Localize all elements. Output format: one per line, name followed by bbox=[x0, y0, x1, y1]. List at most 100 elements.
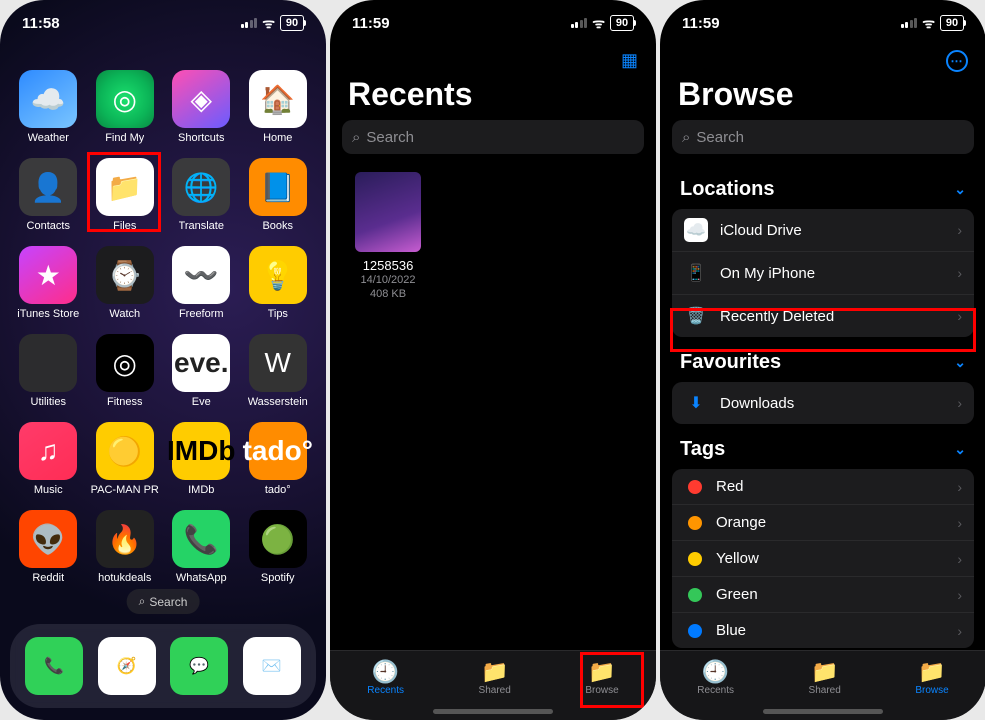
app-label: Fitness bbox=[107, 396, 142, 408]
home-app[interactable]: 🏠Home bbox=[242, 70, 315, 144]
translate-app[interactable]: 🌐Translate bbox=[165, 158, 238, 232]
weather-app-icon: ☁️ bbox=[19, 70, 77, 128]
itunes-app[interactable]: ★iTunes Store bbox=[12, 246, 85, 320]
section-header-tags[interactable]: Tags ⌄ bbox=[672, 424, 974, 469]
home-indicator[interactable] bbox=[433, 709, 553, 714]
wifi-icon: ᯤ bbox=[592, 14, 605, 33]
row-on-my-iphone[interactable]: 📱On My iPhone› bbox=[672, 252, 974, 295]
app-label: Utilities bbox=[31, 396, 66, 408]
tab-shared[interactable]: 📁Shared bbox=[479, 659, 511, 696]
status-bar: 11:58 ᯤ 90 bbox=[0, 0, 326, 46]
section-header-favourites[interactable]: Favourites ⌄ bbox=[672, 337, 974, 382]
tab-recents-icon: 🕘 bbox=[702, 659, 729, 683]
file-item[interactable]: 1258536 14/10/2022 408 KB bbox=[348, 172, 428, 302]
shortcuts-app[interactable]: ◈Shortcuts bbox=[165, 70, 238, 144]
music-app[interactable]: ♫Music bbox=[12, 422, 85, 496]
file-thumbnail bbox=[355, 172, 421, 252]
row-downloads[interactable]: ⬇︎Downloads› bbox=[672, 382, 974, 424]
tab-label: Shared bbox=[479, 685, 511, 696]
row-label: Red bbox=[716, 478, 945, 495]
battery-indicator: 90 bbox=[610, 15, 634, 31]
row-label: Orange bbox=[716, 514, 945, 531]
row-label: Downloads bbox=[720, 395, 945, 412]
utilities-folder[interactable]: Utilities bbox=[12, 334, 85, 408]
whatsapp-app[interactable]: 📞WhatsApp bbox=[165, 510, 238, 584]
row-downloads-icon: ⬇︎ bbox=[684, 391, 708, 415]
books-app[interactable]: 📘 Books bbox=[242, 158, 315, 232]
messages-app[interactable]: 💬 bbox=[170, 637, 228, 695]
freeform-app[interactable]: 〰️Freeform bbox=[165, 246, 238, 320]
shortcuts-app-icon: ◈ bbox=[172, 70, 230, 128]
signal-icon bbox=[241, 18, 258, 28]
tab-browse[interactable]: 📁Browse bbox=[915, 659, 948, 696]
grid-icon: ▦ bbox=[621, 50, 638, 70]
chevron-down-icon: ⌄ bbox=[954, 441, 966, 458]
gmail-app[interactable]: ✉️ bbox=[243, 637, 301, 695]
pacman-app[interactable]: 🟡PAC-MAN PR bbox=[89, 422, 162, 496]
row-label: Blue bbox=[716, 622, 945, 639]
wasserstein-app[interactable]: WWasserstein bbox=[242, 334, 315, 408]
home-screen: 11:58 ᯤ 90 ☁️Weather◎Find My◈Shortcuts🏠H… bbox=[0, 0, 326, 720]
eve-app[interactable]: eve.Eve bbox=[165, 334, 238, 408]
tab-recents-icon: 🕘 bbox=[372, 659, 399, 683]
safari-app[interactable]: 🧭 bbox=[98, 637, 156, 695]
files-app[interactable]: 📁Files bbox=[89, 158, 162, 232]
books-app-icon: 📘 bbox=[249, 158, 307, 216]
chevron-right-icon: › bbox=[957, 623, 962, 639]
wifi-icon: ᯤ bbox=[922, 14, 935, 33]
app-label: Books bbox=[262, 220, 293, 232]
status-time: 11:58 bbox=[22, 15, 60, 32]
battery-indicator: 90 bbox=[940, 15, 964, 31]
tab-recents[interactable]: 🕘 Recents bbox=[697, 659, 734, 696]
home-indicator[interactable] bbox=[763, 709, 883, 714]
tag-green[interactable]: Green› bbox=[672, 577, 974, 613]
translate-app-icon: 🌐 bbox=[172, 158, 230, 216]
spotify-app[interactable]: 🟢Spotify bbox=[242, 510, 315, 584]
tag-yellow[interactable]: Yellow› bbox=[672, 541, 974, 577]
fitness-app-icon: ◎ bbox=[96, 334, 154, 392]
wifi-icon: ᯤ bbox=[262, 14, 275, 33]
status-bar: 11:59 ᯤ 90 bbox=[660, 0, 985, 46]
row-label: iCloud Drive bbox=[720, 222, 945, 239]
section-header-locations[interactable]: Locations ⌄ bbox=[672, 164, 974, 209]
tag-red[interactable]: Red› bbox=[672, 469, 974, 505]
row-recently-deleted[interactable]: 🗑️Recently Deleted› bbox=[672, 295, 974, 337]
app-label: Reddit bbox=[32, 572, 64, 584]
reddit-app-icon: 👽 bbox=[19, 510, 77, 568]
tag-orange[interactable]: Orange› bbox=[672, 505, 974, 541]
contacts-app[interactable]: 👤Contacts bbox=[12, 158, 85, 232]
find-my-app[interactable]: ◎Find My bbox=[89, 70, 162, 144]
watch-app[interactable]: ⌚Watch bbox=[89, 246, 162, 320]
file-size: 408 KB bbox=[370, 287, 406, 301]
hotukdeals-app[interactable]: 🔥hotukdeals bbox=[89, 510, 162, 584]
spotlight-search[interactable]: ⌕ Search bbox=[127, 589, 200, 614]
search-field[interactable]: ⌕ Search bbox=[342, 120, 644, 154]
app-label: PAC-MAN PR bbox=[91, 484, 159, 496]
tab-recents[interactable]: 🕘Recents bbox=[367, 659, 404, 696]
search-icon: ⌕ bbox=[352, 129, 360, 146]
more-options-button[interactable]: ⋯ bbox=[946, 50, 968, 72]
tab-browse[interactable]: 📁Browse bbox=[585, 659, 618, 696]
app-label: Home bbox=[263, 132, 292, 144]
page-title: Browse bbox=[678, 76, 794, 113]
tado-app-icon: tado° bbox=[249, 422, 307, 480]
fitness-app[interactable]: ◎ Fitness bbox=[89, 334, 162, 408]
view-mode-button[interactable]: ▦ bbox=[621, 50, 638, 71]
tag-color-dot bbox=[688, 480, 702, 494]
app-label: hotukdeals bbox=[98, 572, 151, 584]
imdb-app[interactable]: IMDbIMDb bbox=[165, 422, 238, 496]
tab-label: Recents bbox=[697, 685, 734, 696]
search-field[interactable]: ⌕ Search bbox=[672, 120, 974, 154]
tado-app[interactable]: tado° tado° bbox=[242, 422, 315, 496]
tag-blue[interactable]: Blue › bbox=[672, 613, 974, 648]
tips-app[interactable]: 💡Tips bbox=[242, 246, 315, 320]
page-title: Recents bbox=[348, 76, 473, 113]
tab-shared[interactable]: 📁Shared bbox=[809, 659, 841, 696]
app-label: tado° bbox=[265, 484, 291, 496]
files-recents-screen: 11:59 ᯤ 90 ▦ Recents ⌕ Search 1258536 14… bbox=[330, 0, 656, 720]
phone-app[interactable]: 📞 bbox=[25, 637, 83, 695]
row-label: Green bbox=[716, 586, 945, 603]
reddit-app[interactable]: 👽 Reddit bbox=[12, 510, 85, 584]
row-icloud-drive[interactable]: ☁️iCloud Drive› bbox=[672, 209, 974, 252]
weather-app[interactable]: ☁️Weather bbox=[12, 70, 85, 144]
